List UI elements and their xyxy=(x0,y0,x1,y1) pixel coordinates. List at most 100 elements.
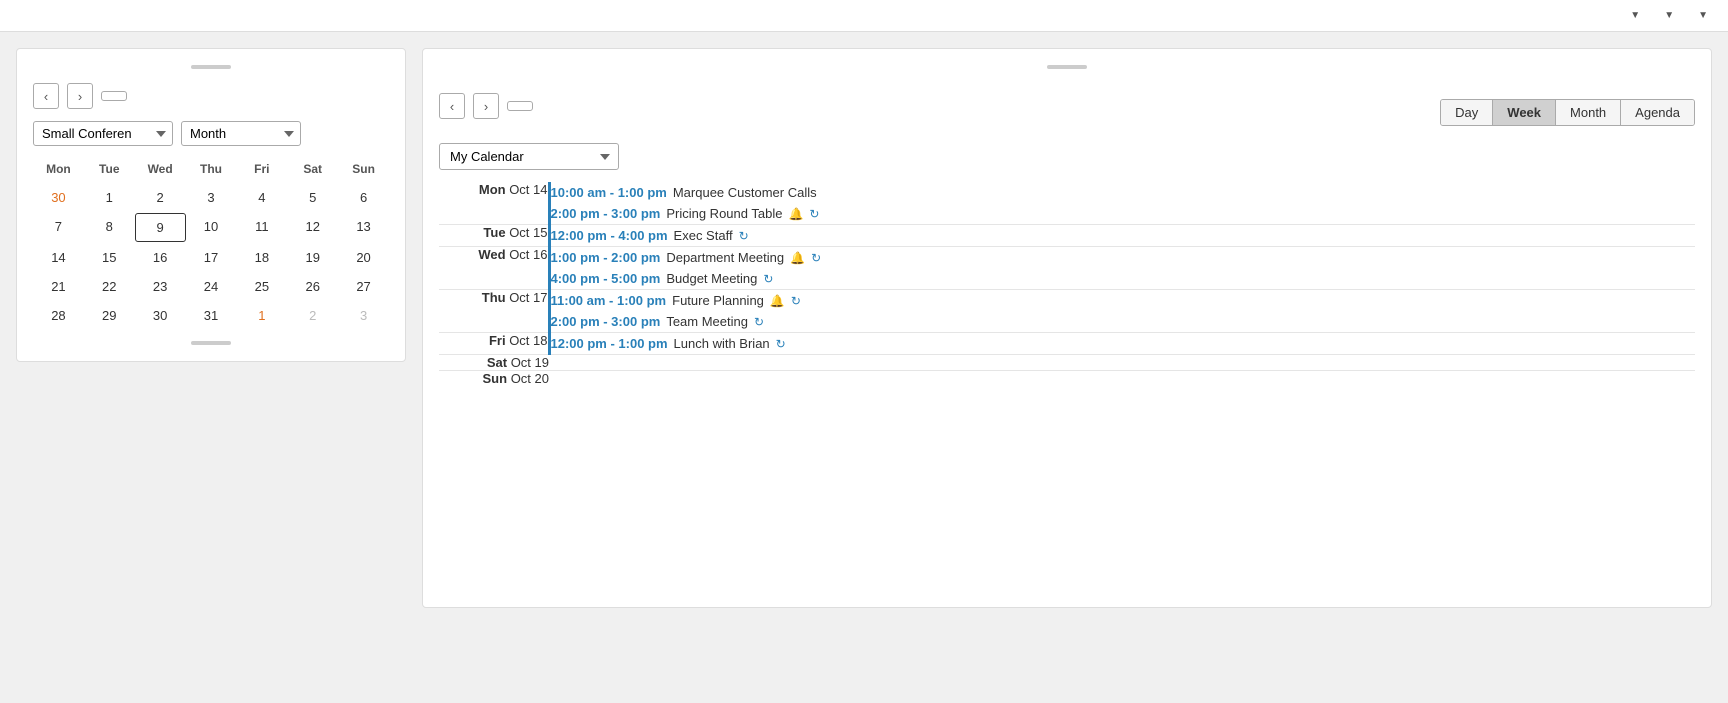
view-btn-week[interactable]: Week xyxy=(1493,100,1556,125)
mini-cal-cell[interactable]: 10 xyxy=(186,213,237,242)
mini-cal-cell[interactable]: 19 xyxy=(287,244,338,271)
event-title: Lunch with Brian xyxy=(674,336,770,351)
big-cal-next-button[interactable]: › xyxy=(473,93,499,119)
day-label: Mon Oct 14 xyxy=(479,182,548,197)
mini-cal-cell[interactable]: 11 xyxy=(236,213,287,242)
mini-cal-days-header: Mon Tue Wed Thu Fri Sat Sun xyxy=(33,158,389,180)
viewing-dropdown-arrow: ▼ xyxy=(1630,10,1640,21)
mini-cal-cell[interactable]: 1 xyxy=(84,184,135,211)
day-label: Sat Oct 19 xyxy=(487,355,549,370)
view-btn-day[interactable]: Day xyxy=(1441,100,1493,125)
view-btn-month[interactable]: Month xyxy=(1556,100,1621,125)
mini-cal-cell[interactable]: 4 xyxy=(236,184,287,211)
day-label-cell: Mon Oct 14 xyxy=(439,182,549,225)
big-calendar-select[interactable]: My Calendar xyxy=(439,143,619,170)
mini-cal-cell[interactable]: 3 xyxy=(186,184,237,211)
mini-cal-cell[interactable]: 14 xyxy=(33,244,84,271)
event-title: Future Planning xyxy=(672,293,764,308)
big-panel-drag-handle-top[interactable] xyxy=(1047,65,1087,69)
mini-cal-cell[interactable]: 2 xyxy=(287,302,338,329)
events-cell: 11:00 am - 1:00 pm Future Planning 🔔↻ 2:… xyxy=(549,290,1695,333)
mini-cal-cell[interactable]: 20 xyxy=(338,244,389,271)
mini-cal-cell[interactable]: 18 xyxy=(236,244,287,271)
mini-cal-cell[interactable]: 26 xyxy=(287,273,338,300)
day-label: Thu Oct 17 xyxy=(482,290,548,305)
mini-cal-cell[interactable]: 16 xyxy=(135,244,186,271)
event-time: 12:00 pm - 4:00 pm xyxy=(551,228,668,243)
small-panel-drag-handle-bottom[interactable] xyxy=(191,341,231,345)
day-label-cell: Wed Oct 16 xyxy=(439,247,549,290)
event-time: 12:00 pm - 1:00 pm xyxy=(551,336,668,351)
event-item[interactable]: 12:00 pm - 1:00 pm Lunch with Brian ↻ xyxy=(551,333,1696,354)
mini-cal-cell[interactable]: 6 xyxy=(338,184,389,211)
event-time: 11:00 am - 1:00 pm xyxy=(551,293,667,308)
event-item[interactable]: 11:00 am - 1:00 pm Future Planning 🔔↻ xyxy=(551,290,1696,311)
events-cell xyxy=(549,355,1695,371)
mini-cal-cell[interactable]: 1 xyxy=(236,302,287,329)
mini-cal-cell[interactable]: 24 xyxy=(186,273,237,300)
small-panel-drag-handle-top[interactable] xyxy=(191,65,231,69)
mini-cal-cell[interactable]: 8 xyxy=(84,213,135,242)
header-tue: Tue xyxy=(84,158,135,180)
mini-cal-cell[interactable]: 30 xyxy=(135,302,186,329)
mini-cal-cell[interactable]: 7 xyxy=(33,213,84,242)
event-item[interactable]: 2:00 pm - 3:00 pm Team Meeting ↻ xyxy=(551,311,1696,332)
event-title: Exec Staff xyxy=(674,228,733,243)
mini-cal-cell[interactable]: 29 xyxy=(84,302,135,329)
mini-cal-cell[interactable]: 13 xyxy=(338,213,389,242)
layout-dropdown[interactable]: ▼ xyxy=(1694,10,1708,21)
day-label-cell: Tue Oct 15 xyxy=(439,225,549,247)
schedule-row: Sat Oct 19 xyxy=(439,355,1695,371)
view-select-small[interactable]: Month Week Day Agenda xyxy=(181,121,301,146)
personalize-dropdown-arrow: ▼ xyxy=(1664,10,1674,21)
day-label: Wed Oct 16 xyxy=(478,247,547,262)
view-buttons-group: Day Week Month Agenda xyxy=(1440,99,1695,126)
mini-cal-cell[interactable]: 12 xyxy=(287,213,338,242)
mini-cal-cell[interactable]: 21 xyxy=(33,273,84,300)
mini-cal-cell[interactable]: 23 xyxy=(135,273,186,300)
room-select[interactable]: Small Conferen xyxy=(33,121,173,146)
schedule-row: Thu Oct 17 11:00 am - 1:00 pm Future Pla… xyxy=(439,290,1695,333)
mini-cal-cell[interactable]: 15 xyxy=(84,244,135,271)
viewing-dropdown[interactable]: ▼ xyxy=(1626,10,1640,21)
mini-cal-cell[interactable]: 25 xyxy=(236,273,287,300)
event-time: 10:00 am - 1:00 pm xyxy=(551,185,667,200)
schedule-row: Tue Oct 15 12:00 pm - 4:00 pm Exec Staff… xyxy=(439,225,1695,247)
event-item[interactable]: 4:00 pm - 5:00 pm Budget Meeting ↻ xyxy=(551,268,1696,289)
mini-cal-cell[interactable]: 3 xyxy=(338,302,389,329)
repeat-icon: ↻ xyxy=(811,251,821,265)
day-label-cell: Sun Oct 20 xyxy=(439,371,549,387)
view-btn-agenda[interactable]: Agenda xyxy=(1621,100,1694,125)
header-wed: Wed xyxy=(135,158,186,180)
event-item[interactable]: 2:00 pm - 3:00 pm Pricing Round Table 🔔↻ xyxy=(551,203,1696,224)
big-cal-prev-button[interactable]: ‹ xyxy=(439,93,465,119)
small-cal-today-button[interactable] xyxy=(101,91,127,101)
day-label: Sun Oct 20 xyxy=(483,371,549,386)
mini-cal-cell[interactable]: 28 xyxy=(33,302,84,329)
mini-cal-cell[interactable]: 27 xyxy=(338,273,389,300)
mini-cal-cell[interactable]: 30 xyxy=(33,184,84,211)
mini-cal-grid: 3012345678910111213141516171819202122232… xyxy=(33,184,389,329)
topbar-actions: ▼ ▼ ▼ xyxy=(1626,10,1708,21)
bell-icon: 🔔 xyxy=(770,294,785,308)
event-time: 2:00 pm - 3:00 pm xyxy=(551,314,661,329)
big-cal-today-button[interactable] xyxy=(507,101,533,111)
bell-icon: 🔔 xyxy=(790,251,805,265)
header-mon: Mon xyxy=(33,158,84,180)
day-label-cell: Sat Oct 19 xyxy=(439,355,549,371)
personalize-dropdown[interactable]: ▼ xyxy=(1660,10,1674,21)
event-item[interactable]: 12:00 pm - 4:00 pm Exec Staff ↻ xyxy=(551,225,1696,246)
event-time: 1:00 pm - 2:00 pm xyxy=(551,250,661,265)
mini-cal-cell[interactable]: 17 xyxy=(186,244,237,271)
repeat-icon: ↻ xyxy=(776,337,786,351)
mini-cal-cell[interactable]: 5 xyxy=(287,184,338,211)
small-cal-next-button[interactable]: › xyxy=(67,83,93,109)
schedule-row: Mon Oct 14 10:00 am - 1:00 pm Marquee Cu… xyxy=(439,182,1695,225)
event-item[interactable]: 10:00 am - 1:00 pm Marquee Customer Call… xyxy=(551,182,1696,203)
small-cal-prev-button[interactable]: ‹ xyxy=(33,83,59,109)
mini-cal-cell[interactable]: 9 xyxy=(135,213,186,242)
mini-cal-cell[interactable]: 31 xyxy=(186,302,237,329)
event-item[interactable]: 1:00 pm - 2:00 pm Department Meeting 🔔↻ xyxy=(551,247,1696,268)
mini-cal-cell[interactable]: 22 xyxy=(84,273,135,300)
mini-cal-cell[interactable]: 2 xyxy=(135,184,186,211)
